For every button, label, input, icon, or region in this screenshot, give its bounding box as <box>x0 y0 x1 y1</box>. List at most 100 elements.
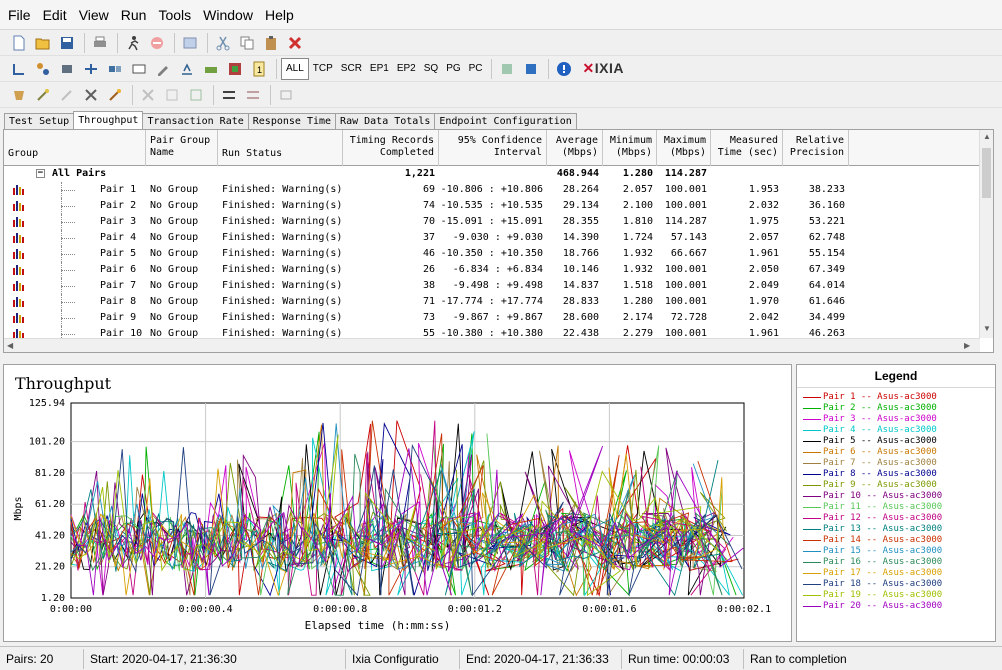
pair-row[interactable]: Pair 4 No Group Finished: Warning(s) 37 -9.0… <box>4 230 980 246</box>
menu-window[interactable]: Window <box>197 0 259 30</box>
scroll-down-icon[interactable]: ▼ <box>983 324 991 333</box>
column-header-run-status[interactable]: Run Status <box>218 130 343 166</box>
tab-test-setup[interactable]: Test Setup <box>4 113 75 129</box>
save-results-icon[interactable] <box>520 58 542 80</box>
tab-throughput[interactable]: Throughput <box>73 111 144 129</box>
protocol-scr-button[interactable]: SCR <box>337 59 366 79</box>
collapse-icon[interactable] <box>161 84 183 106</box>
column-header-confidence-interval[interactable]: 95% Confidence Interval <box>439 130 547 166</box>
legend-item[interactable]: Pair 12 -- Asus-ac3000 <box>803 513 995 524</box>
legend-item[interactable]: Pair 9 -- Asus-ac3000 <box>803 480 995 491</box>
column-header-group[interactable]: Group <box>4 130 146 166</box>
cut-icon[interactable] <box>212 32 234 54</box>
legend-item[interactable]: Pair 15 -- Asus-ac3000 <box>803 546 995 557</box>
pair-row[interactable]: Pair 8 No Group Finished: Warning(s) 71 -17.… <box>4 294 980 310</box>
wand-disabled-icon[interactable] <box>56 84 78 106</box>
magic-icon[interactable] <box>104 84 126 106</box>
network-icon[interactable] <box>104 58 126 80</box>
legend-item[interactable]: Pair 6 -- Asus-ac3000 <box>803 447 995 458</box>
open-folder-icon[interactable] <box>32 32 54 54</box>
summary-row[interactable]: − All Pairs 1,221 468.944 1.280 114.287 <box>4 166 980 182</box>
legend-item[interactable]: Pair 5 -- Asus-ac3000 <box>803 436 995 447</box>
legend-item[interactable]: Pair 18 -- Asus-ac3000 <box>803 579 995 590</box>
new-file-icon[interactable] <box>8 32 30 54</box>
pair-row[interactable]: Pair 6 No Group Finished: Warning(s) 26 -6.8… <box>4 262 980 278</box>
merge-icon[interactable] <box>242 84 264 106</box>
legend-item[interactable]: Pair 13 -- Asus-ac3000 <box>803 524 995 535</box>
menu-tools[interactable]: Tools <box>152 0 197 30</box>
column-header-timing-records[interactable]: Timing Records Completed <box>343 130 439 166</box>
layout-icon[interactable] <box>275 84 297 106</box>
wand-icon[interactable] <box>32 84 54 106</box>
scale-icon[interactable] <box>200 58 222 80</box>
legend-item[interactable]: Pair 14 -- Asus-ac3000 <box>803 535 995 546</box>
protocol-pc-button[interactable]: PC <box>465 59 487 79</box>
endpoint-icon[interactable] <box>56 58 78 80</box>
pair-row[interactable]: Pair 9 No Group Finished: Warning(s) 73 -9.8… <box>4 310 980 326</box>
menu-view[interactable]: View <box>73 0 115 30</box>
legend-item[interactable]: Pair 1 -- Asus-ac3000 <box>803 392 995 403</box>
tab-transaction-rate[interactable]: Transaction Rate <box>142 113 249 129</box>
print-icon[interactable] <box>89 32 111 54</box>
menu-help[interactable]: Help <box>259 0 300 30</box>
multicast-icon[interactable] <box>32 58 54 80</box>
menu-run[interactable]: Run <box>115 0 153 30</box>
chart-icon[interactable] <box>224 58 246 80</box>
grid-horizontal-scrollbar[interactable]: ◀ ▶ <box>4 338 980 352</box>
grid-vertical-scrollbar[interactable]: ▲ ▼ <box>979 130 993 338</box>
legend-item[interactable]: Pair 7 -- Asus-ac3000 <box>803 458 995 469</box>
protocol-ep2-button[interactable]: EP2 <box>393 59 420 79</box>
column-header-average[interactable]: Average (Mbps) <box>547 130 603 166</box>
window-icon[interactable] <box>179 32 201 54</box>
legend-item[interactable]: Pair 4 -- Asus-ac3000 <box>803 425 995 436</box>
legend-item[interactable]: Pair 2 -- Asus-ac3000 <box>803 403 995 414</box>
scroll-up-icon[interactable]: ▲ <box>983 132 991 141</box>
menu-edit[interactable]: Edit <box>37 0 73 30</box>
legend-item[interactable]: Pair 3 -- Asus-ac3000 <box>803 414 995 425</box>
paste-icon[interactable] <box>260 32 282 54</box>
refresh-icon[interactable] <box>185 84 207 106</box>
save-icon[interactable] <box>56 32 78 54</box>
edit-icon[interactable] <box>152 58 174 80</box>
info-icon[interactable] <box>553 58 575 80</box>
link-icon[interactable] <box>80 58 102 80</box>
number-icon[interactable]: 1 <box>248 58 270 80</box>
legend-item[interactable]: Pair 17 -- Asus-ac3000 <box>803 568 995 579</box>
pair-row[interactable]: Pair 1 No Group Finished: Warning(s) 69 -10.… <box>4 182 980 198</box>
pair-row[interactable]: Pair 2 No Group Finished: Warning(s) 74 -10.… <box>4 198 980 214</box>
scroll-left-icon[interactable]: ◀ <box>7 341 13 350</box>
column-header-maximum[interactable]: Maximum (Mbps) <box>657 130 711 166</box>
legend-item[interactable]: Pair 10 -- Asus-ac3000 <box>803 491 995 502</box>
delete-icon[interactable] <box>284 32 306 54</box>
protocol-tcp-button[interactable]: TCP <box>309 59 337 79</box>
scroll-thumb[interactable] <box>982 148 991 198</box>
expand-icon[interactable] <box>137 84 159 106</box>
column-header-relative-precision[interactable]: Relative Precision <box>783 130 849 166</box>
menu-file[interactable]: File <box>2 0 37 30</box>
protocol-all-button[interactable]: ALL <box>281 57 309 80</box>
column-header-pair-group-name[interactable]: Pair Group Name <box>146 130 218 166</box>
protocol-ep1-button[interactable]: EP1 <box>366 59 393 79</box>
stop-icon[interactable] <box>146 32 168 54</box>
legend-item[interactable]: Pair 20 -- Asus-ac3000 <box>803 601 995 612</box>
add-pair-icon[interactable] <box>8 58 30 80</box>
script-icon[interactable] <box>128 58 150 80</box>
scroll-right-icon[interactable]: ▶ <box>964 341 970 350</box>
pair-row[interactable]: Pair 3 No Group Finished: Warning(s) 70 -15.… <box>4 214 980 230</box>
legend-item[interactable]: Pair 16 -- Asus-ac3000 <box>803 557 995 568</box>
legend-item[interactable]: Pair 8 -- Asus-ac3000 <box>803 469 995 480</box>
split-icon[interactable] <box>218 84 240 106</box>
legend-item[interactable]: Pair 19 -- Asus-ac3000 <box>803 590 995 601</box>
pair-row[interactable]: Pair 5 No Group Finished: Warning(s) 46 -10.… <box>4 246 980 262</box>
tab-response-time[interactable]: Response Time <box>247 113 337 129</box>
group-icon[interactable] <box>8 84 30 106</box>
tools-icon[interactable] <box>80 84 102 106</box>
legend-item[interactable]: Pair 11 -- Asus-ac3000 <box>803 502 995 513</box>
tab-raw-data-totals[interactable]: Raw Data Totals <box>335 113 436 129</box>
protocol-pg-button[interactable]: PG <box>442 59 464 79</box>
column-header-minimum[interactable]: Minimum (Mbps) <box>603 130 657 166</box>
run-icon[interactable] <box>122 32 144 54</box>
collapse-toggle[interactable]: − <box>36 169 45 178</box>
protocol-sq-button[interactable]: SQ <box>420 59 442 79</box>
tab-endpoint-configuration[interactable]: Endpoint Configuration <box>434 113 577 129</box>
